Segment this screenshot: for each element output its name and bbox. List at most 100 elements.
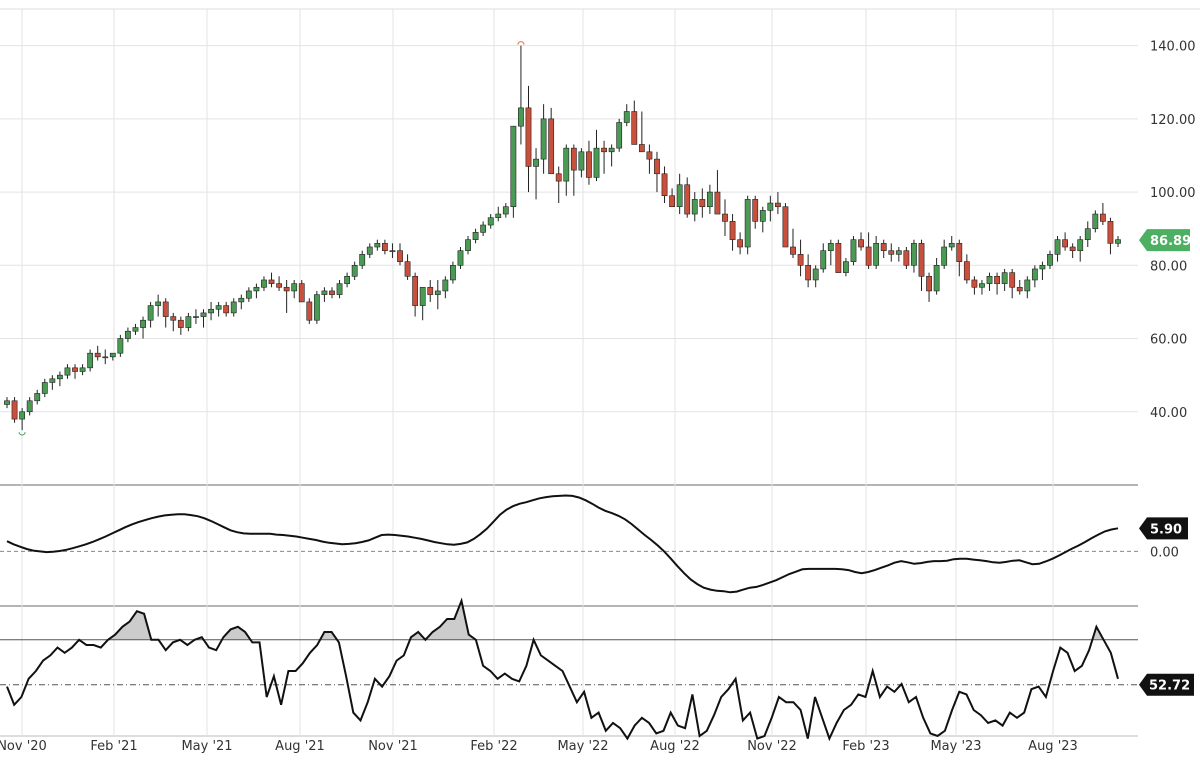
x-tick-label: Feb '23	[842, 739, 889, 754]
candle	[170, 312, 177, 332]
candle	[155, 294, 162, 317]
rsi-line	[6, 597, 1119, 742]
candle	[389, 243, 396, 258]
price-tick-label: 40.00	[1150, 406, 1187, 421]
rsi-value-label: 52.72	[1149, 679, 1190, 694]
candle	[873, 236, 880, 269]
candle-body	[971, 279, 978, 288]
candle-body	[208, 308, 214, 314]
candle	[1062, 232, 1068, 251]
candle	[654, 151, 660, 193]
candle	[336, 279, 343, 299]
oscillator-value-label: 5.90	[1150, 522, 1182, 537]
grid-lines	[0, 9, 1138, 736]
candle-body	[472, 232, 479, 240]
candle-body	[336, 283, 343, 295]
candle-body	[684, 184, 691, 215]
candle-body	[623, 111, 630, 123]
price-tick-label: 60.00	[1150, 333, 1187, 348]
candle	[941, 239, 948, 269]
x-tick-label: Feb '22	[470, 739, 517, 754]
candle	[759, 206, 766, 233]
candle	[442, 276, 449, 299]
candle-body	[676, 184, 683, 208]
candle	[948, 236, 955, 251]
candle-body	[397, 250, 403, 262]
candle-body	[994, 275, 1000, 284]
candle-body	[1039, 265, 1046, 270]
candle	[843, 257, 849, 277]
candle	[790, 228, 796, 258]
candle	[230, 298, 237, 317]
candle	[147, 301, 154, 328]
candle	[162, 298, 169, 328]
candle	[691, 192, 698, 222]
candle	[971, 276, 978, 295]
candle-body	[4, 400, 10, 405]
candle	[487, 214, 494, 229]
candle	[616, 118, 623, 152]
candle	[525, 85, 532, 193]
candle-body	[389, 250, 396, 252]
candle	[313, 290, 320, 324]
candle-body	[1047, 254, 1053, 266]
candle	[276, 276, 282, 291]
candle-body	[238, 297, 245, 303]
candle	[208, 301, 214, 321]
candle-body	[850, 239, 857, 262]
candle	[102, 349, 109, 365]
candle-body	[1077, 239, 1084, 251]
candle-body	[782, 206, 789, 248]
candle	[835, 239, 842, 273]
candle-body	[631, 111, 638, 145]
candle-body	[329, 290, 335, 295]
candle	[737, 232, 744, 255]
candle-body	[442, 279, 449, 292]
candle	[865, 232, 872, 269]
candle	[608, 144, 615, 167]
candle-body	[812, 268, 819, 281]
candle-body	[450, 265, 456, 281]
candle-body	[1092, 213, 1099, 229]
candle	[34, 389, 41, 405]
candle	[283, 279, 290, 313]
candle-body	[570, 147, 577, 171]
candle-body	[941, 246, 948, 266]
candle-body	[759, 210, 766, 222]
candle-body	[321, 290, 328, 295]
candle	[41, 378, 48, 398]
candle-body	[87, 352, 94, 369]
candle	[472, 228, 479, 244]
candle	[918, 239, 925, 291]
candle-body	[109, 352, 116, 358]
x-tick-label: Nov '20	[0, 739, 47, 754]
candle-body	[608, 147, 615, 153]
candle	[669, 188, 675, 208]
candle	[1009, 268, 1016, 299]
candle-body	[986, 275, 993, 284]
candle	[555, 166, 562, 204]
candle	[419, 286, 426, 321]
candle	[1107, 217, 1114, 255]
last-price-label: 86.89	[1150, 234, 1191, 249]
candle-body	[903, 250, 910, 266]
x-tick-label: May '23	[930, 739, 981, 754]
candle-body	[933, 265, 940, 292]
candle-body	[502, 206, 509, 215]
candle-body	[918, 243, 925, 277]
candle	[57, 371, 63, 387]
candle	[548, 107, 555, 175]
stock-chart: 140.00 120.00 100.00 80.00 60.00 40.00 86.89 0.…	[0, 0, 1200, 762]
candle-body	[291, 283, 298, 292]
candle-body	[253, 286, 260, 292]
price-candles	[4, 41, 1121, 436]
candle-body	[170, 316, 177, 321]
candle-body	[737, 239, 744, 248]
candle-body	[752, 199, 759, 222]
candle-body	[865, 246, 872, 266]
candle-body	[177, 319, 184, 328]
x-tick-label: May '22	[557, 739, 608, 754]
candle	[911, 239, 917, 273]
candle-body	[646, 151, 653, 160]
candle-body	[344, 275, 351, 284]
